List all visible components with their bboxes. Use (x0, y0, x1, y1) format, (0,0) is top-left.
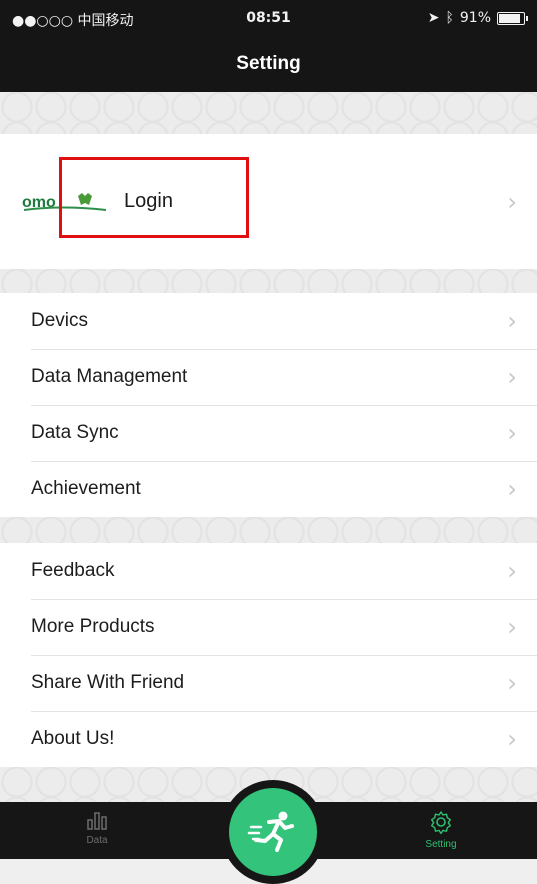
chevron-right-icon: › (507, 419, 517, 447)
chevron-right-icon: › (507, 187, 517, 216)
menu-item-label: About Us! (31, 728, 115, 749)
menu-item-label: More Products (31, 616, 155, 637)
menu-item-about-us[interactable]: About Us! › (0, 711, 537, 767)
start-run-button[interactable] (221, 780, 325, 884)
tab-setting[interactable]: Setting (401, 810, 481, 850)
chevron-right-icon: › (507, 363, 517, 391)
battery-percent: 91% (459, 10, 491, 26)
chevron-right-icon: › (507, 725, 517, 753)
menu-item-label: Data Management (31, 366, 188, 387)
run-button-inner (229, 788, 317, 876)
runner-icon (247, 808, 299, 857)
settings-group-1: Devics › Data Management › Data Sync › A… (0, 293, 537, 517)
menu-item-devices[interactable]: Devics › (0, 293, 537, 349)
pattern-divider (0, 517, 537, 543)
status-right: ➤ ᛒ 91% (427, 10, 528, 26)
location-icon: ➤ (427, 10, 440, 26)
highlight-box (59, 157, 249, 238)
menu-item-label: Share With Friend (31, 672, 185, 693)
menu-item-label: Feedback (31, 560, 115, 581)
chevron-right-icon: › (507, 557, 517, 585)
tab-data[interactable]: Data (57, 810, 137, 846)
menu-item-label: Devics (31, 310, 89, 331)
chevron-right-icon: › (507, 475, 517, 503)
nav-bar: Setting (0, 36, 537, 92)
page-title: Setting (236, 53, 301, 74)
menu-item-label: Data Sync (31, 422, 119, 443)
menu-item-label: Achievement (31, 478, 141, 499)
menu-item-data-management[interactable]: Data Management › (0, 349, 537, 405)
battery-icon (497, 11, 528, 25)
menu-item-share-with-friend[interactable]: Share With Friend › (0, 655, 537, 711)
menu-item-more-products[interactable]: More Products › (0, 599, 537, 655)
pattern-divider (0, 92, 537, 134)
menu-item-achievement[interactable]: Achievement › (0, 461, 537, 517)
tab-setting-label: Setting (425, 839, 457, 850)
pattern-divider (0, 269, 537, 293)
gear-icon (429, 811, 453, 837)
chevron-right-icon: › (507, 669, 517, 697)
bar-chart-icon (86, 812, 108, 833)
chevron-right-icon: › (507, 613, 517, 641)
menu-item-data-sync[interactable]: Data Sync › (0, 405, 537, 461)
tab-data-label: Data (86, 835, 108, 846)
settings-group-2: Feedback › More Products › Share With Fr… (0, 543, 537, 767)
chevron-right-icon: › (507, 307, 517, 335)
status-bar: ●●○○○ 中国移动 08:51 ➤ ᛒ 91% (0, 0, 537, 36)
bluetooth-icon: ᛒ (445, 10, 454, 26)
menu-item-feedback[interactable]: Feedback › (0, 543, 537, 599)
